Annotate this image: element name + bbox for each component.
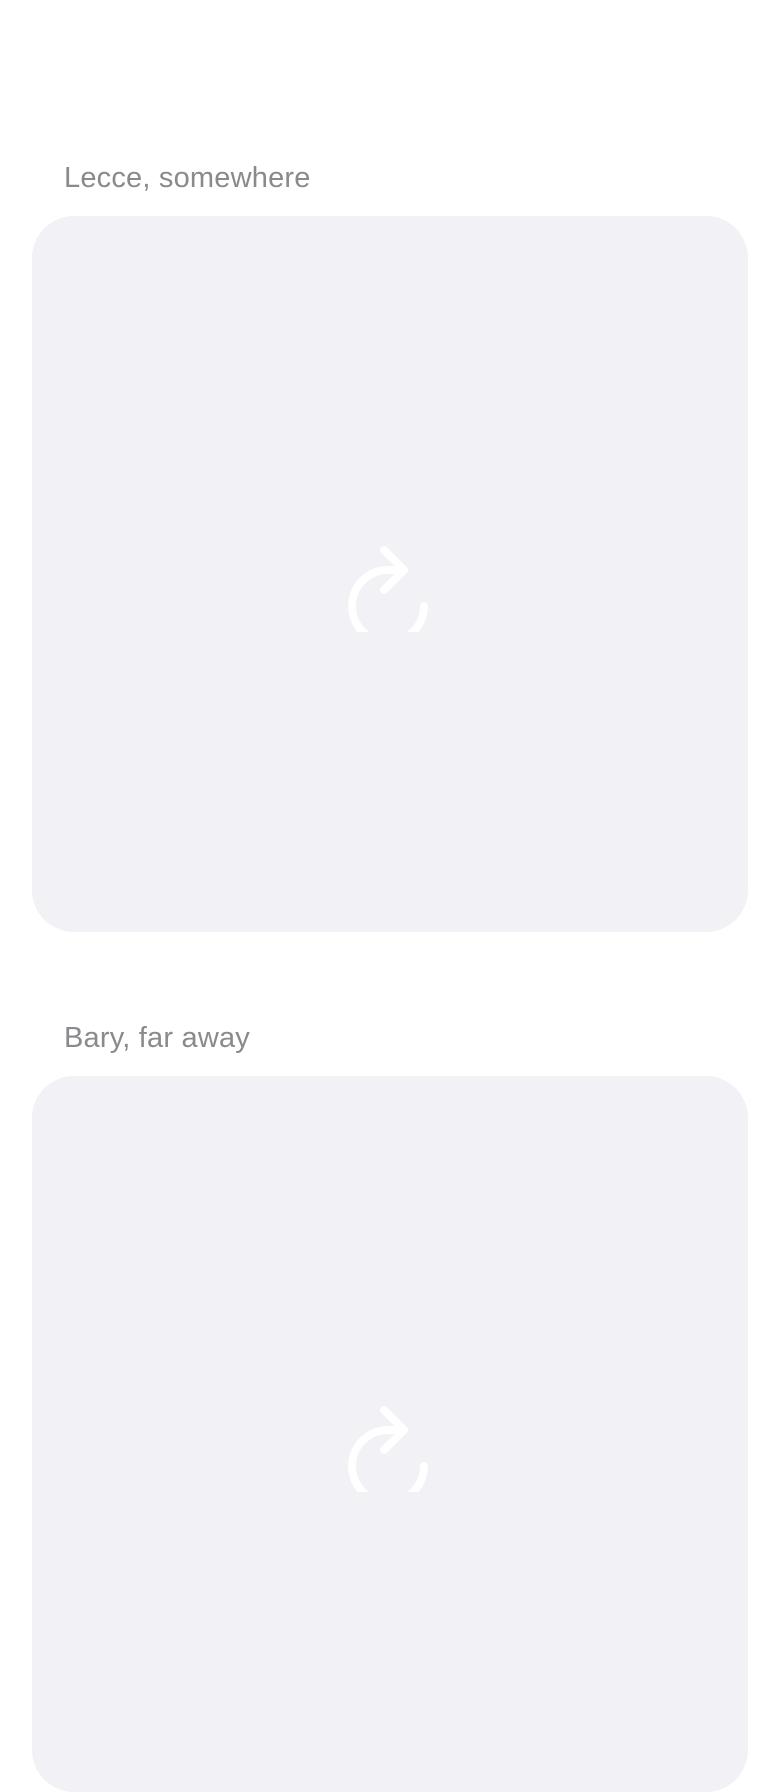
media-placeholder[interactable] [32,216,748,932]
media-placeholder[interactable] [32,1076,748,1792]
reload-icon[interactable] [342,520,438,632]
location-label: Lecce, somewhere [64,162,311,194]
reload-icon[interactable] [342,1380,438,1492]
location-label: Bary, far away [64,1022,250,1054]
